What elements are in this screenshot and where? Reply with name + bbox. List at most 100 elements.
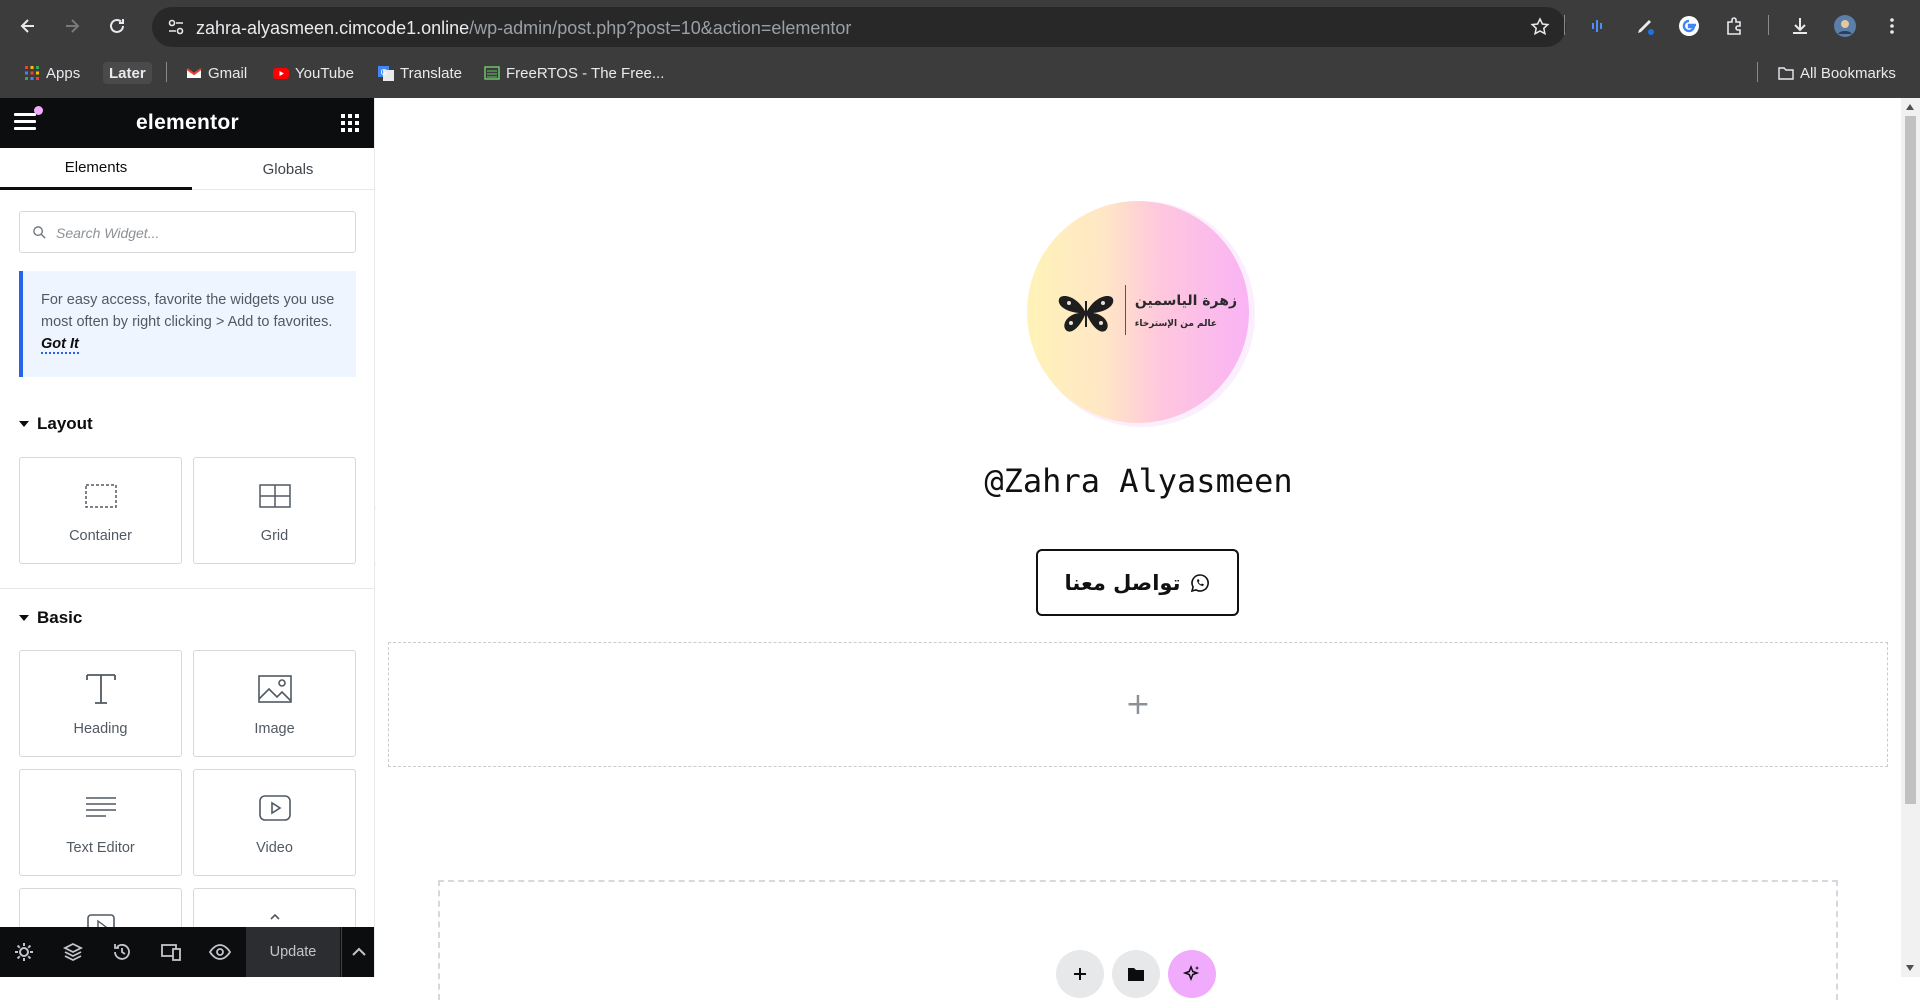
bookmark-label: Gmail: [208, 64, 248, 82]
navigator-layers-icon[interactable]: [62, 941, 84, 963]
panel-tabs: Elements Globals: [0, 148, 374, 190]
reload-icon: [110, 18, 124, 33]
widget-heading[interactable]: Heading: [19, 650, 182, 757]
widget-container[interactable]: Container: [19, 457, 182, 564]
toolbar-divider: [1768, 15, 1769, 35]
download-icon: [1793, 18, 1807, 34]
video-icon: [258, 795, 291, 821]
elementor-panel: elementor Elements Globals For easy acce…: [0, 98, 375, 977]
url-text: zahra-alyasmeen.cimcode1.online/wp-admin…: [196, 18, 851, 39]
settings-gear-icon[interactable]: [13, 941, 35, 963]
scroll-down-arrow-icon[interactable]: [1906, 965, 1914, 971]
bookmarks-bar: Apps Later Gmail YouTube G Translate Fre…: [0, 58, 1920, 88]
browser-chrome: zahra-alyasmeen.cimcode1.online/wp-admin…: [0, 0, 1920, 98]
bookmark-star-icon[interactable]: [1530, 17, 1550, 37]
canvas-scrollbar[interactable]: [1901, 98, 1920, 977]
ai-generate-button[interactable]: [1168, 950, 1216, 998]
sound-wave-icon: [1592, 20, 1602, 32]
widget-label: Heading: [73, 721, 128, 737]
search-widget-input[interactable]: [56, 222, 346, 244]
elementor-logo: elementor: [135, 111, 240, 134]
widget-label: Grid: [260, 528, 289, 544]
add-section-button[interactable]: [1056, 950, 1104, 998]
reload-button[interactable]: [100, 9, 134, 43]
bookmark-translate[interactable]: G Translate: [378, 62, 462, 84]
widget-video[interactable]: Video: [193, 769, 356, 876]
widget-label: Image: [254, 721, 295, 737]
pen-extension[interactable]: [1630, 11, 1660, 41]
tab-elements[interactable]: Elements: [0, 148, 192, 190]
forward-arrow-icon: [66, 19, 80, 33]
read-aloud-extension[interactable]: [1584, 11, 1614, 41]
forward-button[interactable]: [55, 9, 89, 43]
bookmark-later[interactable]: Later: [103, 62, 152, 84]
extensions-button[interactable]: [1719, 11, 1749, 41]
folder-icon: [1778, 67, 1794, 80]
pen-icon: [1638, 20, 1654, 35]
ai-sparkle-icon: [1182, 964, 1200, 982]
contact-us-button[interactable]: تواصل معنا: [1036, 549, 1239, 616]
scrollbar-thumb[interactable]: [1905, 116, 1916, 804]
container-icon: [84, 484, 117, 508]
widget-text-editor[interactable]: Text Editor: [19, 769, 182, 876]
avatar-icon: [1834, 15, 1856, 37]
preview-eye-icon[interactable]: [209, 941, 231, 963]
profile-avatar[interactable]: [1830, 11, 1860, 41]
add-element-plus-icon[interactable]: +: [1125, 689, 1150, 720]
caret-down-icon: [19, 421, 29, 427]
favorites-notice: For easy access, favorite the widgets yo…: [19, 271, 356, 377]
bookmark-label: YouTube: [295, 64, 354, 82]
profile-name-heading[interactable]: @Zahra Alyasmeen: [376, 462, 1901, 500]
youtube-icon: [273, 68, 289, 79]
category-divider: [0, 588, 374, 589]
scroll-up-arrow-icon[interactable]: [1906, 104, 1914, 110]
bookmark-label: Apps: [46, 64, 81, 82]
chevron-up-icon: [351, 947, 366, 956]
bookmark-gmail[interactable]: Gmail: [186, 62, 247, 84]
logo-title-arabic: زهرة الياسمين: [1134, 293, 1237, 309]
more-vert-icon: [1890, 18, 1894, 34]
notice-text: For easy access, favorite the widgets yo…: [41, 292, 335, 330]
site-logo-image[interactable]: زهرة الياسمين عالم من الإسترخاء: [1027, 201, 1249, 423]
widget-label: Video: [256, 840, 293, 856]
downloads-button[interactable]: [1785, 11, 1815, 41]
all-bookmarks[interactable]: All Bookmarks: [1778, 62, 1896, 84]
update-button[interactable]: Update: [246, 927, 340, 977]
all-bookmarks-label: All Bookmarks: [1800, 64, 1896, 82]
category-title: Basic: [37, 608, 83, 627]
search-icon: [33, 226, 46, 239]
site-info-icon[interactable]: [166, 17, 186, 37]
tab-globals[interactable]: Globals: [192, 148, 374, 190]
bookmark-freertos[interactable]: FreeRTOS - The Free...: [484, 62, 664, 84]
google-extension[interactable]: [1674, 11, 1704, 41]
responsive-mode-icon[interactable]: [160, 941, 182, 963]
image-icon: [257, 675, 292, 703]
url-host: zahra-alyasmeen.cimcode1.online: [196, 18, 470, 38]
heading-icon: [85, 674, 116, 704]
google-g-icon: [1679, 16, 1699, 36]
widget-image[interactable]: Image: [193, 650, 356, 757]
widget-label: Container: [69, 528, 132, 544]
svg-text:G: G: [381, 68, 387, 77]
empty-container-section[interactable]: +: [388, 642, 1888, 767]
url-path: /wp-admin/post.php?post=10&action=elemen…: [469, 18, 852, 38]
widget-grid[interactable]: Grid: [193, 457, 356, 564]
history-icon[interactable]: [111, 941, 133, 963]
widgets-grid-icon[interactable]: [341, 114, 359, 132]
back-button[interactable]: [11, 9, 45, 43]
logo-tagline-arabic: عالم من الإسترخاء: [1134, 319, 1217, 329]
text-editor-icon: [85, 797, 116, 817]
update-options-button[interactable]: [341, 927, 374, 977]
caret-down-icon: [19, 615, 29, 621]
browser-menu-button[interactable]: [1877, 11, 1907, 41]
add-template-button[interactable]: [1112, 950, 1160, 998]
bookmark-youtube[interactable]: YouTube: [273, 62, 354, 84]
bookmark-label: FreeRTOS - The Free...: [506, 64, 665, 82]
bookmark-apps[interactable]: Apps: [24, 62, 80, 84]
category-basic[interactable]: Basic: [19, 607, 82, 629]
address-bar[interactable]: zahra-alyasmeen.cimcode1.online/wp-admin…: [152, 7, 1566, 47]
bookmark-divider: [166, 62, 167, 82]
got-it-link[interactable]: Got It: [41, 336, 79, 354]
category-layout[interactable]: Layout: [19, 413, 93, 435]
panel-footer: Update: [0, 927, 374, 977]
